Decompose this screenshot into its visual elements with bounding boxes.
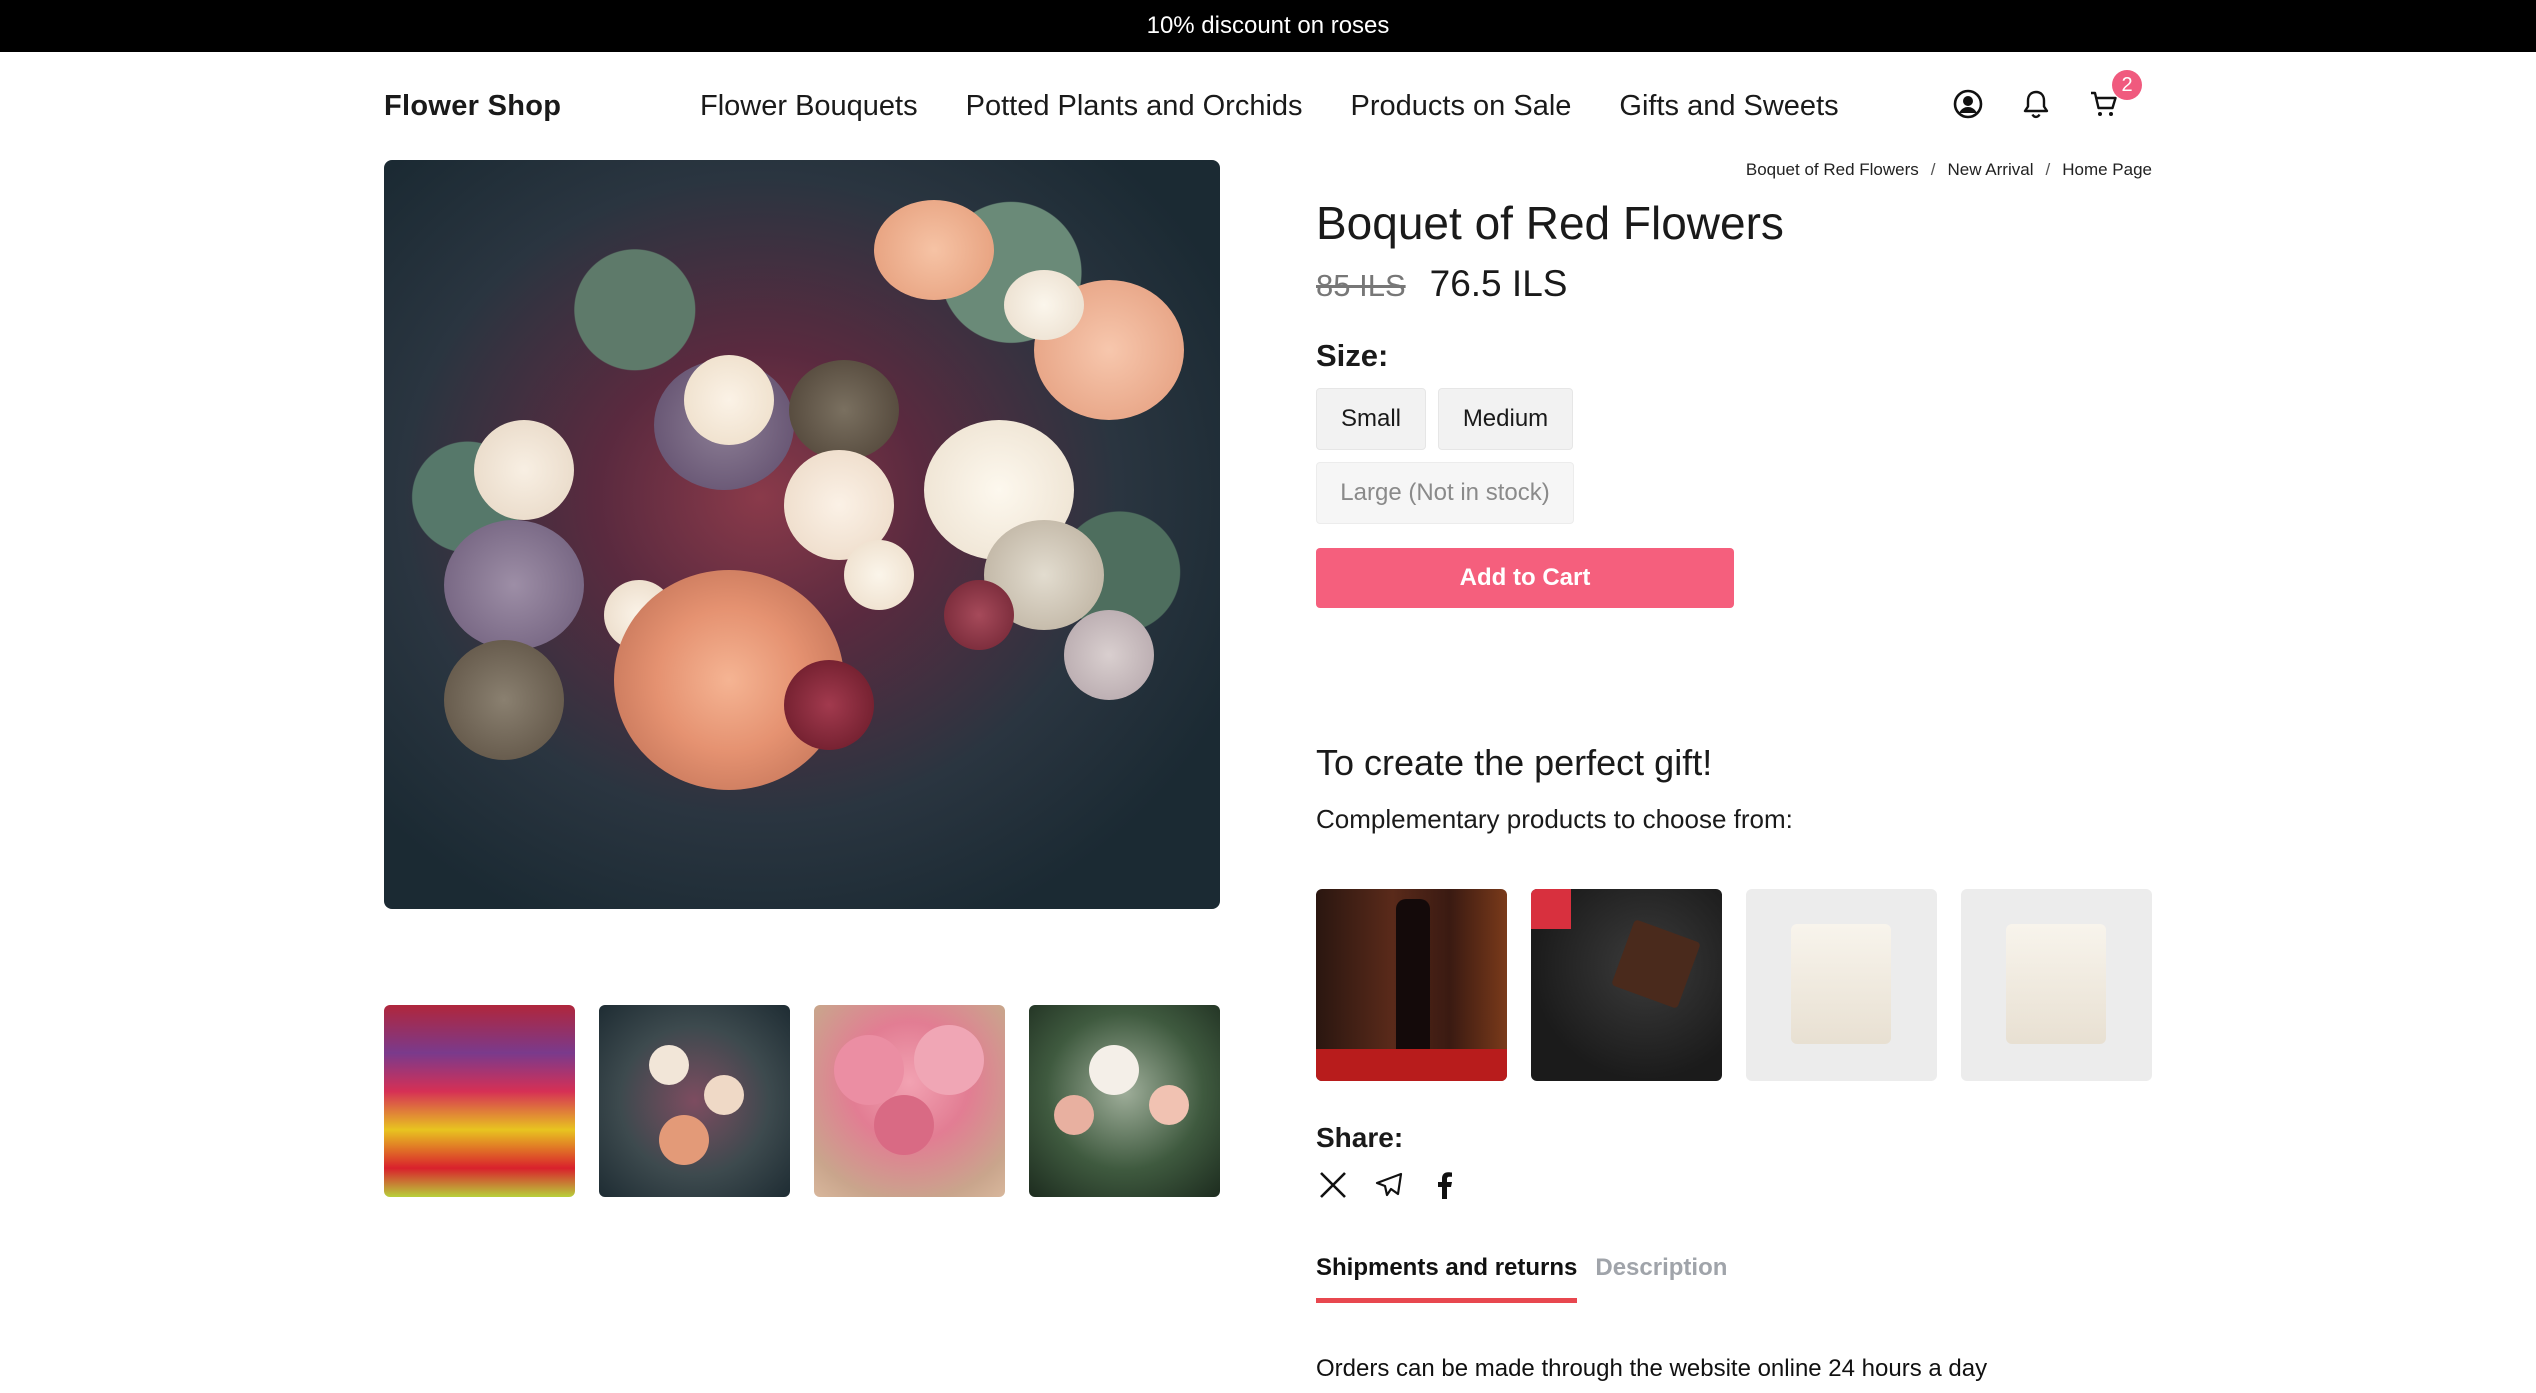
nav-potted-plants[interactable]: Potted Plants and Orchids (966, 90, 1303, 123)
breadcrumb-new-arrival[interactable]: New Arrival (1948, 160, 2034, 180)
gifts-heading: To create the perfect gift! (1316, 742, 1713, 783)
thumbnail-peonies[interactable] (814, 1005, 1005, 1197)
tab-shipments-and-returns[interactable]: Shipments and returns (1316, 1252, 1578, 1303)
size-large-button: Large (Not in stock) (1316, 462, 1574, 524)
bell-icon[interactable] (2018, 86, 2054, 122)
tab-content-text: Orders can be made through the website o… (1316, 1355, 1988, 1382)
size-small-button[interactable]: Small (1316, 388, 1426, 450)
price-block: 85 ILS 76.5 ILS (1316, 263, 1567, 305)
product-tabs: Shipments and returns Description (1316, 1252, 1727, 1303)
nav-flower-bouquets[interactable]: Flower Bouquets (700, 90, 918, 123)
gift-white-chocolate[interactable] (1746, 889, 1937, 1081)
facebook-icon[interactable] (1428, 1168, 1462, 1202)
gifts-subheading: Complementary products to choose from: (1316, 804, 1793, 834)
main-product-image (384, 160, 1220, 909)
x-icon[interactable] (1316, 1168, 1350, 1202)
breadcrumb-separator: / (1930, 160, 1936, 179)
cart-icon[interactable]: 2 (2086, 70, 2142, 122)
thumbnail-basket-bouquet[interactable] (1029, 1005, 1220, 1197)
share-label: Share: (1316, 1122, 1404, 1153)
site-header: Flower Shop Flower Bouquets Potted Plant… (0, 52, 2536, 162)
gift-dark-chocolate[interactable] (1531, 889, 1722, 1081)
complementary-products (1316, 889, 2152, 1081)
announcement-text: 10% discount on roses (1146, 12, 1390, 39)
gift-wine[interactable] (1316, 889, 1507, 1081)
site-logo[interactable]: Flower Shop (384, 90, 561, 123)
main-nav: Flower Bouquets Potted Plants and Orchid… (700, 90, 1839, 123)
current-price: 76.5 ILS (1429, 263, 1568, 304)
thumbnail-mixed-bouquet[interactable] (599, 1005, 790, 1197)
breadcrumb-separator: / (2045, 160, 2051, 179)
telegram-icon[interactable] (1372, 1168, 1406, 1202)
breadcrumb-current[interactable]: Boquet of Red Flowers (1746, 160, 1919, 180)
gift-white-chocolate-2[interactable] (1961, 889, 2152, 1081)
thumbnail-tulips[interactable] (384, 1005, 575, 1197)
announcement-bar: 10% discount on roses (0, 0, 2536, 52)
size-label: Size: (1316, 338, 1389, 373)
cart-count-badge: 2 (2112, 70, 2142, 100)
nav-gifts-and-sweets[interactable]: Gifts and Sweets (1619, 90, 1838, 123)
product-title: Boquet of Red Flowers (1316, 197, 1784, 249)
header-icons: 2 (1950, 70, 2142, 122)
nav-products-on-sale[interactable]: Products on Sale (1351, 90, 1572, 123)
old-price: 85 ILS (1316, 268, 1406, 303)
thumbnail-gallery (384, 1005, 1220, 1197)
user-circle-icon[interactable] (1950, 86, 1986, 122)
share-icons (1316, 1168, 1462, 1202)
tab-description[interactable]: Description (1595, 1252, 1727, 1303)
size-medium-button[interactable]: Medium (1438, 388, 1573, 450)
add-to-cart-button[interactable]: Add to Cart (1316, 548, 1734, 608)
breadcrumb: Boquet of Red Flowers / New Arrival / Ho… (1746, 160, 2152, 180)
breadcrumb-home[interactable]: Home Page (2062, 160, 2152, 180)
